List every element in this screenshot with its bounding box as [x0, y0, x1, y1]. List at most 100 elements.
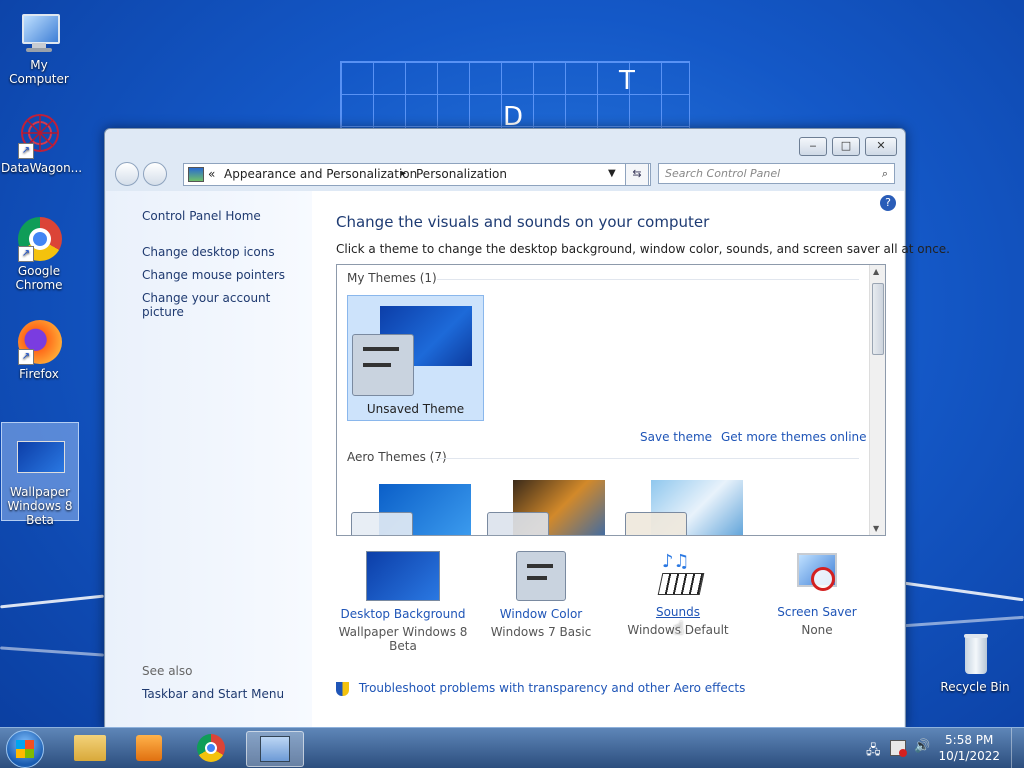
personalization-window: ‒ □ ✕ « Appearance and Personalization ▸…	[104, 128, 950, 728]
taskbar-control-panel-button[interactable]	[246, 731, 304, 767]
volume-icon[interactable]: 🔊	[914, 739, 930, 754]
address-overflow-chevron[interactable]: «	[208, 164, 215, 184]
troubleshoot-link[interactable]: Troubleshoot problems with transparency …	[359, 681, 746, 695]
system-clock[interactable]: 5:58 PM 10/1/2022	[938, 732, 1000, 764]
media-player-icon	[136, 735, 162, 761]
window-content: ? Control Panel Home Change desktop icon…	[106, 191, 950, 727]
window-color-value: Windows 7 Basic	[490, 625, 592, 639]
save-theme-link[interactable]: Save theme	[640, 430, 712, 444]
desktop-icon-wallpaper[interactable]: Wallpaper Windows 8 Beta	[1, 422, 79, 527]
theme-tile-characters[interactable]	[623, 470, 758, 535]
aero-themes-group-label: Aero Themes (7)	[347, 450, 447, 464]
group-divider	[437, 458, 859, 459]
show-desktop-button[interactable]	[1011, 728, 1024, 768]
my-themes-group-label: My Themes (1)	[347, 271, 437, 285]
window-color-caption: Window Color	[499, 607, 583, 621]
window-color-icon	[516, 551, 566, 601]
search-icon[interactable]: ⌕	[882, 164, 888, 184]
start-button[interactable]	[6, 730, 44, 768]
taskbar-start-menu-link[interactable]: Taskbar and Start Menu	[142, 687, 284, 701]
wallpaper-streak	[0, 646, 104, 657]
shield-icon	[336, 681, 349, 696]
datawagon-icon: ↗	[16, 113, 62, 159]
page-subtitle: Click a theme to change the desktop back…	[336, 242, 950, 256]
taskbar: 🖧 🔊 5:58 PM 10/1/2022	[0, 727, 1024, 768]
refresh-button[interactable]: ⇆	[625, 163, 649, 186]
scroll-thumb[interactable]	[872, 283, 884, 355]
shortcut-arrow-icon: ↗	[18, 246, 34, 262]
screen-saver-value: None	[801, 623, 833, 637]
desktop-icon-label: Wallpaper Windows 8 Beta	[7, 485, 73, 527]
taskbar-chrome-button[interactable]	[184, 731, 240, 765]
wallpaper-streak	[904, 581, 1024, 602]
forward-button[interactable]	[143, 162, 167, 186]
address-dropdown-icon[interactable]: ▼	[608, 164, 616, 184]
screen-saver-item[interactable]: Screen Saver None	[747, 551, 887, 637]
desktop-icon-recycle-bin[interactable]: Recycle Bin	[937, 632, 1013, 694]
desktop-background-value: Wallpaper Windows 8 Beta	[338, 625, 468, 653]
wallpaper-streak	[0, 594, 104, 609]
control-panel-icon	[260, 736, 290, 762]
troubleshoot-row: Troubleshoot problems with transparency …	[336, 681, 745, 696]
windows-logo-icon	[16, 740, 34, 758]
desktop-background-caption: Desktop Background	[340, 607, 466, 621]
theme-window-preview	[352, 334, 414, 396]
desktop-icon-label: My Computer	[9, 58, 69, 86]
sounds-caption: Sounds	[655, 605, 701, 619]
image-file-icon	[17, 437, 65, 483]
left-pane: Control Panel Home Change desktop icons …	[106, 191, 312, 727]
themes-list[interactable]: My Themes (1) Unsaved Theme Save theme G…	[336, 264, 886, 536]
breadcrumb-appearance[interactable]: Appearance and Personalization	[224, 164, 417, 184]
hand-cursor-icon: ☝	[673, 618, 684, 639]
breadcrumb-separator[interactable]: ▸	[401, 164, 406, 184]
shortcut-arrow-icon: ↗	[18, 349, 34, 365]
desktop-icon-label: DataWagon...	[1, 161, 83, 175]
folder-icon	[74, 735, 106, 761]
themes-scrollbar[interactable]: ▲ ▼	[869, 265, 885, 535]
screen-saver-caption: Screen Saver	[777, 605, 857, 619]
theme-tile-architecture[interactable]	[485, 470, 620, 535]
desktop-icon-firefox[interactable]: ↗ Firefox	[1, 319, 77, 381]
scroll-up-icon[interactable]: ▲	[873, 267, 879, 276]
change-desktop-icons-link[interactable]: Change desktop icons	[142, 245, 275, 259]
desktop-icon-label: Firefox	[19, 367, 59, 381]
scroll-down-icon[interactable]: ▼	[873, 524, 879, 533]
breadcrumb-personalization[interactable]: Personalization	[416, 164, 507, 184]
clock-time: 5:58 PM	[945, 733, 994, 747]
minimize-button[interactable]: ‒	[799, 137, 827, 156]
wallpaper-streak	[904, 615, 1024, 628]
desktop-background-item[interactable]: Desktop Background Wallpaper Windows 8 B…	[333, 551, 473, 653]
taskbar-explorer-button[interactable]	[62, 731, 118, 765]
taskbar-media-player-button[interactable]	[122, 731, 178, 765]
back-button[interactable]	[115, 162, 139, 186]
chrome-icon	[197, 734, 225, 762]
action-center-icon[interactable]	[890, 740, 907, 757]
close-button[interactable]: ✕	[865, 137, 897, 156]
network-icon[interactable]: 🖧	[866, 741, 881, 763]
theme-tile-label: Unsaved Theme	[366, 402, 465, 416]
desktop-icon-label: Recycle Bin	[940, 680, 1010, 694]
shortcut-arrow-icon: ↗	[18, 143, 34, 159]
desktop-icon-label: Google Chrome	[15, 264, 63, 292]
desktop-icon-my-computer[interactable]: My Computer	[1, 10, 77, 86]
change-account-picture-link[interactable]: Change your account picture	[142, 291, 312, 319]
change-mouse-pointers-link[interactable]: Change mouse pointers	[142, 268, 285, 282]
control-panel-home-link[interactable]: Control Panel Home	[142, 209, 261, 223]
desktop-background-icon	[366, 551, 440, 601]
address-bar[interactable]: « Appearance and Personalization ▸ Perso…	[183, 163, 651, 186]
firefox-icon: ↗	[16, 319, 62, 365]
sounds-icon: ♪♫	[654, 551, 705, 599]
get-more-themes-link[interactable]: Get more themes online	[721, 430, 867, 444]
address-row: « Appearance and Personalization ▸ Perso…	[113, 161, 897, 187]
desktop-icon-datawagon[interactable]: ↗ DataWagon...	[1, 113, 83, 175]
search-input[interactable]: Search Control Panel ⌕	[658, 163, 895, 184]
theme-tile-windows7[interactable]	[347, 470, 482, 535]
desktop-icon-google-chrome[interactable]: ↗ Google Chrome	[1, 216, 77, 292]
see-also-label: See also	[142, 664, 193, 678]
group-divider	[437, 279, 859, 280]
recycle-bin-icon	[952, 632, 998, 678]
maximize-button[interactable]: □	[832, 137, 860, 156]
theme-tile-unsaved[interactable]: Unsaved Theme	[347, 295, 484, 421]
window-titlebar[interactable]: ‒ □ ✕	[105, 129, 905, 159]
window-color-item[interactable]: Window Color Windows 7 Basic	[471, 551, 611, 639]
